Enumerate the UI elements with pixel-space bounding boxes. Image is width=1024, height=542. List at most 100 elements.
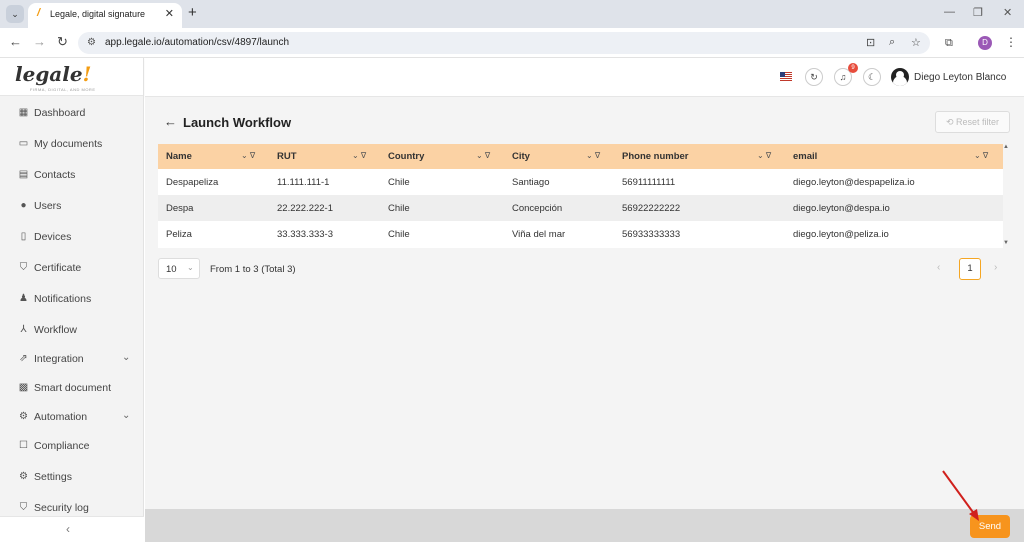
pagination-info: From 1 to 3 (Total 3) [210,264,296,275]
tab-close-icon[interactable]: ✕ [165,7,174,20]
column-chevron-filter-icon[interactable]: ⌄ ∇ [974,151,988,160]
sidebar-item-notifications[interactable]: ♟ Notifications [0,289,144,311]
minimize-icon[interactable]: — [944,6,955,18]
sidebar-item-my-documents[interactable]: ▭ My documents [0,134,144,156]
data-table: Name ⌄ ∇ RUT ⌄ ∇ Country ⌄ ∇ City ⌄ ∇ Ph… [158,144,1009,248]
table-row[interactable]: Peliza 33.333.333-3 Chile Viña del mar 5… [158,221,1003,247]
cell-email: diego.leyton@despapeliza.io [793,177,915,188]
bell-icon: ♟ [19,293,28,304]
smart-document-icon: ▩ [18,382,29,393]
column-chevron-filter-icon[interactable]: ⌄ ∇ [241,151,255,160]
bookmark-star-icon[interactable]: ☆ [911,36,921,49]
column-chevron-filter-icon[interactable]: ⌄ ∇ [476,151,490,160]
sidebar-item-users[interactable]: ● Users [0,196,144,218]
table-scrollbar[interactable]: ▲ ▼ [1001,144,1011,248]
sidebar-item-label: Integration [34,353,84,365]
sidebar-item-label: Automation [34,411,88,423]
profile-avatar[interactable]: D [978,36,992,50]
column-header-rut[interactable]: RUT [277,151,297,162]
table-row[interactable]: Despapeliza 11.111.111-1 Chile Santiago … [158,169,1003,195]
sidebar-item-label: Workflow [34,324,77,336]
dark-mode-icon[interactable]: ☾ [863,68,881,86]
column-header-name[interactable]: Name [166,151,192,162]
prev-page-icon[interactable]: ‹ [937,262,940,273]
external-link-icon: ⇗ [19,353,28,364]
column-chevron-filter-icon[interactable]: ⌄ ∇ [757,151,771,160]
main-content: ← Launch Workflow ⟲ Reset filter Name ⌄ … [145,97,1024,509]
us-flag-icon[interactable] [780,72,792,81]
reload-icon[interactable]: ↻ [57,35,68,49]
restore-icon[interactable]: ❐ [973,6,983,19]
sidebar-item-devices[interactable]: ▯ Devices [0,227,144,249]
sidebar-item-label: Certificate [34,262,82,274]
browser-menu-icon[interactable]: ⋮ [1005,35,1017,49]
new-tab-icon[interactable]: + [188,5,197,20]
cell-name: Despapeliza [166,177,219,188]
window-close-icon[interactable]: ✕ [1003,6,1012,19]
gear-icon: ⚙ [19,471,28,482]
chevron-down-icon: ⌄ [122,410,131,421]
table-row[interactable]: Despa 22.222.222-1 Chile Concepción 5692… [158,195,1003,221]
cell-rut: 11.111.111-1 [277,177,330,188]
back-icon[interactable]: ← [9,35,22,49]
chevron-left-icon[interactable]: ‹ [66,522,70,536]
user-name[interactable]: Diego Leyton Blanco [914,72,1006,83]
user-avatar[interactable] [891,68,909,86]
site-info-icon[interactable]: ⚙ [87,37,96,48]
back-arrow-icon[interactable]: ← [164,114,177,129]
sidebar-item-label: Smart document [34,382,112,394]
sidebar-item-smart-document[interactable]: ▩ Smart document [0,378,144,400]
next-page-icon[interactable]: › [994,262,997,273]
column-header-country[interactable]: Country [388,151,424,162]
cell-rut: 22.222.222-1 [277,203,333,214]
support-icon[interactable]: ↻ [805,68,823,86]
sidebar-item-integration[interactable]: ⇗ Integration ⌄ [0,349,144,371]
sidebar-item-compliance[interactable]: ☐ Compliance [0,436,144,458]
sidebar-item-dashboard[interactable]: ▦ Dashboard [0,103,144,125]
column-chevron-filter-icon[interactable]: ⌄ ∇ [352,151,366,160]
logo-text: legale [15,62,83,86]
sidebar-collapse-bar[interactable]: ‹ [0,516,144,542]
reset-filter-button[interactable]: ⟲ Reset filter [935,111,1010,133]
url-text[interactable]: app.legale.io/automation/csv/4897/launch [105,37,289,48]
sidebar-item-automation[interactable]: ⚙ Automation ⌄ [0,407,144,429]
cell-name: Peliza [166,229,192,240]
sidebar-item-label: Dashboard [34,107,86,119]
address-bar[interactable]: ⚙ app.legale.io/automation/csv/4897/laun… [78,32,930,54]
install-app-icon[interactable]: ⊡ [866,36,875,49]
column-chevron-filter-icon[interactable]: ⌄ ∇ [586,151,600,160]
cell-city: Santiago [512,177,550,188]
column-header-email[interactable]: email [793,151,817,162]
cell-city: Viña del mar [512,229,566,240]
automation-gear-icon: ⚙ [19,411,28,422]
sidebar-item-label: Compliance [34,440,90,452]
column-header-city[interactable]: City [512,151,530,162]
extensions-icon[interactable]: ⧉ [945,37,953,50]
sidebar-item-label: Contacts [34,169,76,181]
page-size-select[interactable]: 10 ⌄ [158,258,200,279]
sidebar-item-contacts[interactable]: ▤ Contacts [0,165,144,187]
chevron-down-icon: ⌄ [122,352,131,363]
action-footer: Send [145,509,1024,542]
zoom-icon[interactable]: ⌕ [889,36,895,49]
column-header-phone[interactable]: Phone number [622,151,689,162]
sidebar-item-certificate[interactable]: ⛉ Certificate [0,258,144,280]
browser-tab[interactable]: / Legale, digital signature ✕ [28,3,182,28]
sidebar-item-workflow[interactable]: ⅄ Workflow [0,320,144,342]
legale-favicon-icon: / [37,7,41,19]
shield-icon: ⛉ [19,502,28,513]
legale-logo[interactable]: legale! [15,62,91,86]
scroll-up-icon[interactable]: ▲ [1003,144,1009,150]
sidebar-item-settings[interactable]: ⚙ Settings [0,467,144,489]
tab-search-icon[interactable]: ⌄ [6,5,24,23]
folder-icon: ▭ [18,138,29,149]
scroll-down-icon[interactable]: ▼ [1003,240,1009,246]
user-icon: ● [20,200,27,211]
contacts-icon: ▤ [18,169,29,180]
cell-country: Chile [388,203,410,214]
dashboard-icon: ▦ [18,107,29,118]
cell-phone: 56922222222 [622,203,681,214]
page-button-current[interactable]: 1 [959,258,981,280]
forward-icon[interactable]: → [33,35,46,49]
sidebar-item-label: My documents [34,138,103,150]
